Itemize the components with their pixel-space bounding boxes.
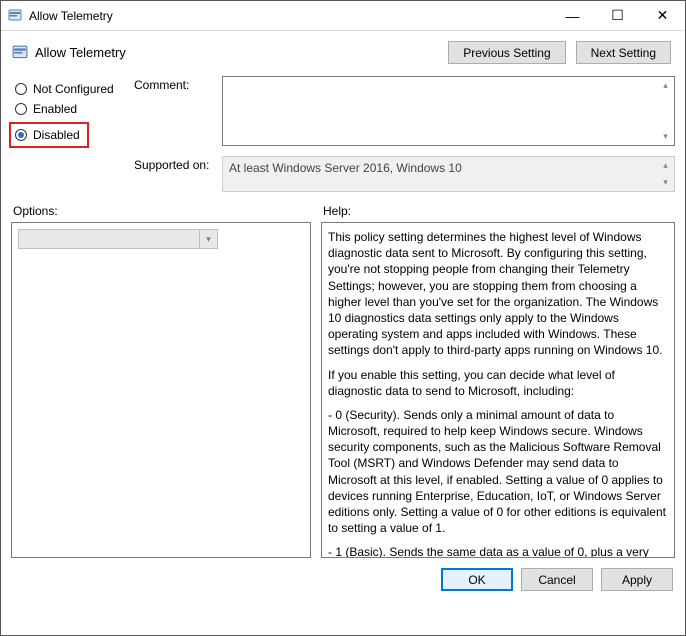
help-text: If you enable this setting, you can deci… <box>328 367 668 399</box>
scroll-down-icon: ▾ <box>657 174 674 191</box>
header: Allow Telemetry Previous Setting Next Se… <box>1 31 685 70</box>
ok-button[interactable]: OK <box>441 568 513 591</box>
supported-on-value-box: At least Windows Server 2016, Windows 10… <box>222 156 675 192</box>
radio-icon <box>15 83 27 95</box>
radio-enabled[interactable]: Enabled <box>15 102 126 116</box>
apply-button[interactable]: Apply <box>601 568 673 591</box>
options-label: Options: <box>13 204 323 218</box>
radio-disabled[interactable]: Disabled <box>15 128 83 142</box>
supported-on-label: Supported on: <box>134 156 216 172</box>
minimize-button[interactable]: — <box>550 1 595 31</box>
scroll-up-icon: ▴ <box>657 77 674 94</box>
titlebar: Allow Telemetry — ☐ ✕ <box>1 1 685 31</box>
help-text: - 0 (Security). Sends only a minimal amo… <box>328 407 668 537</box>
help-pane[interactable]: This policy setting determines the highe… <box>321 222 675 558</box>
comment-input[interactable]: ▴ ▾ <box>222 76 675 146</box>
scroll-down-icon: ▾ <box>657 128 674 145</box>
scrollbar[interactable]: ▴ ▾ <box>657 77 674 145</box>
window-title: Allow Telemetry <box>29 9 550 23</box>
help-text: This policy setting determines the highe… <box>328 229 668 359</box>
state-radio-group: Not Configured Enabled Disabled <box>11 76 126 192</box>
options-pane: ▾ <box>11 222 311 558</box>
maximize-button[interactable]: ☐ <box>595 1 640 31</box>
options-dropdown[interactable]: ▾ <box>18 229 218 249</box>
radio-icon <box>15 129 27 141</box>
radio-label: Disabled <box>33 128 80 142</box>
radio-label: Enabled <box>33 102 77 116</box>
policy-icon <box>11 44 29 62</box>
policy-icon <box>7 8 23 24</box>
scroll-up-icon: ▴ <box>657 157 674 174</box>
close-button[interactable]: ✕ <box>640 1 685 31</box>
comment-label: Comment: <box>134 76 216 92</box>
highlight-annotation: Disabled <box>9 122 89 148</box>
page-title: Allow Telemetry <box>35 45 448 60</box>
help-text: - 1 (Basic). Sends the same data as a va… <box>328 544 668 558</box>
chevron-down-icon: ▾ <box>199 230 217 248</box>
supported-on-value: At least Windows Server 2016, Windows 10 <box>229 161 462 175</box>
radio-icon <box>15 103 27 115</box>
cancel-button[interactable]: Cancel <box>521 568 593 591</box>
dialog-buttons: OK Cancel Apply <box>1 558 685 601</box>
help-label: Help: <box>323 204 351 218</box>
radio-label: Not Configured <box>33 82 114 96</box>
scrollbar[interactable]: ▴ ▾ <box>657 157 674 191</box>
previous-setting-button[interactable]: Previous Setting <box>448 41 565 64</box>
next-setting-button[interactable]: Next Setting <box>576 41 671 64</box>
radio-not-configured[interactable]: Not Configured <box>15 82 126 96</box>
